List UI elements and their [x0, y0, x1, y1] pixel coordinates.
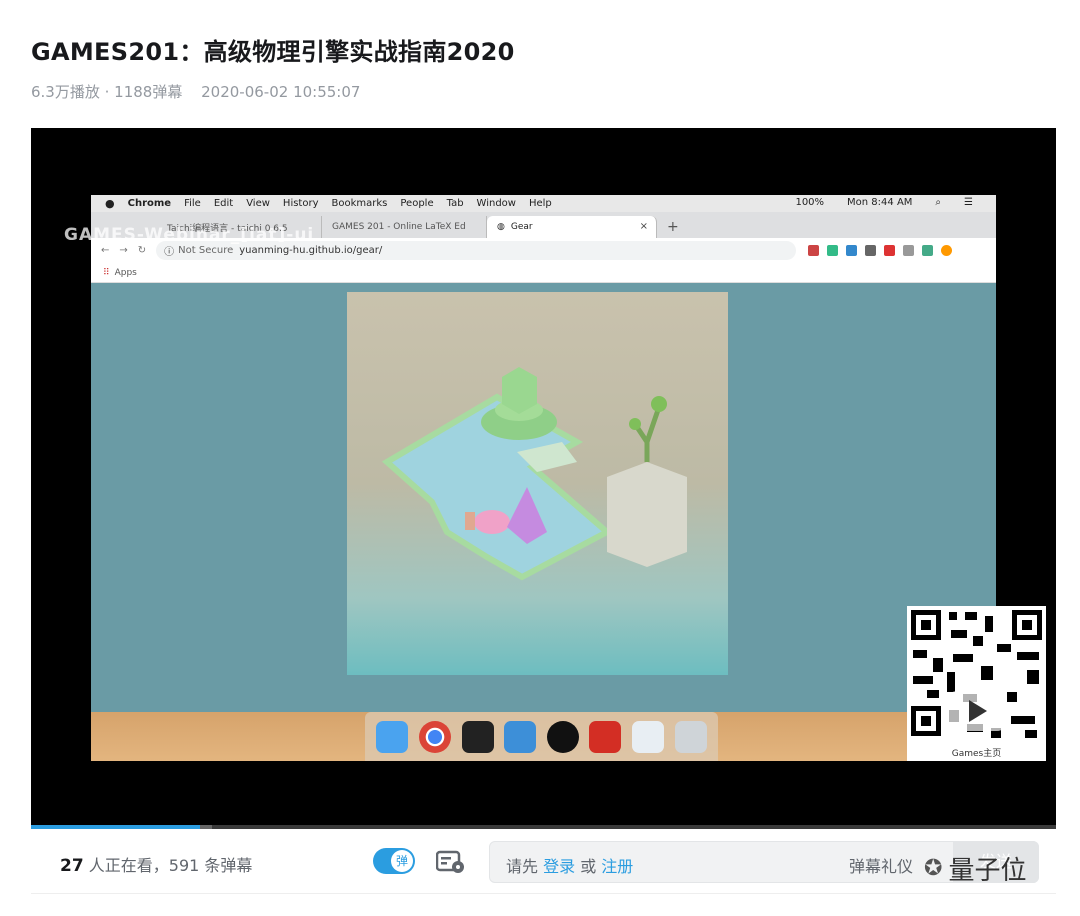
back-icon: ←: [101, 245, 110, 256]
mac-menubar: ● Chrome File Edit View History Bookmark…: [91, 195, 996, 212]
info-icon: ⓘ: [164, 247, 175, 258]
extension-icon: [884, 245, 896, 256]
browser-tab-gear: ◍ Gear ×: [487, 216, 657, 238]
menu-tab: Tab: [446, 198, 464, 209]
extension-icon: [922, 245, 934, 256]
extension-icon: [846, 245, 858, 256]
menu-history: History: [282, 198, 319, 209]
danmaku-settings-icon[interactable]: [436, 850, 466, 874]
video-title: GAMES201：高级物理引擎实战指南2020: [31, 38, 515, 66]
danmaku-etiquette-link[interactable]: 弹幕礼仪: [849, 853, 913, 877]
danmaku-toggle[interactable]: 弹: [373, 848, 415, 874]
menu-chrome: Chrome: [127, 198, 172, 209]
brand-watermark: ✪ 量子位: [924, 850, 1026, 887]
extension-icon: [903, 245, 915, 256]
list-icon: ☰: [964, 197, 973, 208]
placeholder-or: 或: [575, 857, 602, 876]
register-link[interactable]: 注册: [601, 857, 633, 876]
menu-people: People: [400, 198, 434, 209]
viewer-label: 人正在看，: [83, 856, 169, 875]
terminal-icon: [461, 720, 494, 753]
menu-bookmarks: Bookmarks: [331, 198, 388, 209]
tree-leaves: [629, 418, 641, 430]
qr-pattern: [911, 610, 1042, 738]
gear-game-canvas: [347, 292, 728, 675]
bookmarks-bar: ⠿ Apps: [91, 263, 996, 283]
search-icon: ⌕: [935, 197, 942, 208]
apps-bookmark: Apps: [114, 267, 137, 278]
stone-tower: [607, 462, 687, 567]
extension-icon: [808, 245, 820, 256]
isometric-level-illustration: [381, 367, 687, 581]
danmaku-label: 条弹幕: [199, 856, 253, 875]
tree-branch: [634, 406, 662, 462]
wechat-icon: ✪: [924, 856, 943, 881]
brand-name: 量子位: [948, 856, 1027, 886]
mac-dock: [365, 712, 718, 761]
chrome-icon: [418, 720, 451, 753]
tree-leaves: [651, 396, 667, 412]
obs-icon: [546, 720, 579, 753]
qr-code: Games主页: [907, 606, 1046, 761]
video-screen[interactable]: ● Chrome File Edit View History Bookmark…: [91, 195, 996, 761]
danmaku-placeholder: 请先 登录 或 注册: [506, 853, 633, 877]
menu-view: View: [246, 198, 270, 209]
reload-icon: ↻: [137, 245, 147, 256]
url-text: yuanming-hu.github.io/gear/: [239, 245, 383, 256]
menubar-status: 100% Mon 8:44 AM ⌕ ☰: [795, 197, 986, 208]
extension-icon: [941, 245, 953, 256]
acrobat-icon: [589, 720, 622, 753]
tab-label: GAMES 201 - Online LaTeX Ed: [332, 222, 466, 232]
play-count: 6.3万播放 · 1188弹幕: [31, 83, 183, 101]
publish-date: 2020-06-02 10:55:07: [201, 83, 361, 101]
globe-icon: ◍: [497, 222, 505, 232]
trash-icon: [674, 720, 707, 753]
login-link[interactable]: 登录: [543, 857, 575, 876]
qr-caption: Games主页: [951, 749, 1002, 759]
pink-gear: [474, 510, 510, 534]
battery-status: 100%: [795, 197, 825, 208]
viewer-stats: 27 人正在看，591 条弹幕: [60, 852, 252, 876]
extension-icon: [865, 245, 877, 256]
extension-icons: [808, 245, 953, 256]
video-meta: 6.3万播放 · 1188弹幕 2020-06-02 10:55:07: [31, 81, 360, 102]
keynote-icon: [504, 720, 537, 753]
menubar-clock: Mon 8:44 AM: [847, 197, 913, 208]
danmaku-toggle-knob: 弹: [391, 850, 413, 872]
new-tab-icon: +: [667, 219, 679, 235]
apple-icon: ●: [105, 197, 115, 210]
danmaku-count: 591: [168, 856, 200, 875]
video-watermark: GAMES-Webinar_[iat]-ui: [64, 225, 315, 245]
extension-icon: [827, 245, 839, 256]
finder-icon: [376, 720, 409, 753]
player-bottom-bar: 27 人正在看，591 条弹幕 弹 请先 登录 或 注册 弹幕礼仪 发送: [31, 829, 1056, 894]
tab-label: Gear: [510, 222, 533, 232]
browser-tab-latex: GAMES 201 - Online LaTeX Ed: [322, 216, 487, 238]
menu-file: File: [184, 198, 201, 209]
menu-window: Window: [476, 198, 516, 209]
small-pillar: [465, 512, 475, 530]
apps-grid-icon: ⠿: [103, 267, 110, 278]
viewer-count: 27: [60, 856, 84, 876]
forward-icon: →: [119, 245, 128, 256]
placeholder-prefix: 请先: [506, 857, 544, 876]
menu-edit: Edit: [213, 198, 234, 209]
close-icon: ×: [639, 221, 648, 232]
not-secure-label: Not Secure: [178, 245, 234, 256]
menu-help: Help: [528, 198, 552, 209]
preview-icon: [632, 720, 665, 753]
